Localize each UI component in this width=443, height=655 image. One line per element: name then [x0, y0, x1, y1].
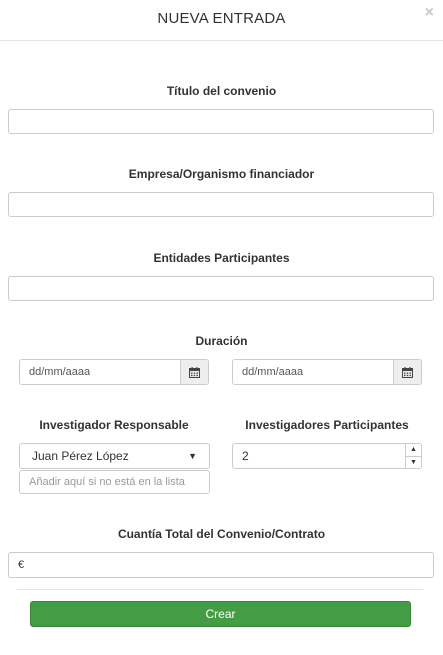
participantes-value: 2: [242, 449, 249, 463]
cuantia-input[interactable]: €: [8, 552, 434, 578]
start-date-input[interactable]: [20, 360, 180, 384]
caret-down-icon: ▼: [188, 451, 197, 461]
crear-button[interactable]: Crear: [30, 601, 411, 627]
end-date-input[interactable]: [233, 360, 393, 384]
add-investigador-input[interactable]: [19, 470, 210, 494]
euro-prefix: €: [18, 559, 25, 571]
footer-divider: [17, 589, 423, 590]
end-date-field: [232, 359, 422, 385]
entidades-label: Entidades Participantes: [153, 251, 290, 265]
empresa-label: Empresa/Organismo financiador: [128, 167, 315, 181]
titulo-input[interactable]: [8, 109, 434, 134]
start-date-picker-button[interactable]: [180, 360, 208, 384]
investigador-selected: Juan Pérez López: [32, 449, 129, 463]
chevron-down-icon[interactable]: ▼: [406, 457, 421, 469]
calendar-icon: [402, 366, 413, 378]
calendar-icon: [189, 366, 200, 378]
modal-header: NUEVA ENTRADA ×: [0, 0, 443, 41]
investigador-select[interactable]: Juan Pérez López ▼: [19, 443, 210, 469]
stepper-controls: ▲ ▼: [405, 444, 421, 468]
empresa-input[interactable]: [8, 192, 434, 217]
modal-title: NUEVA ENTRADA: [157, 10, 286, 27]
titulo-label: Título del convenio: [166, 84, 277, 98]
end-date-picker-button[interactable]: [393, 360, 421, 384]
investigador-label: Investigador Responsable: [39, 418, 189, 432]
cuantia-label: Cuantía Total del Convenio/Contrato: [117, 527, 326, 541]
participantes-label: Investigadores Participantes: [245, 418, 409, 432]
duracion-label: Duración: [195, 334, 248, 348]
participantes-stepper[interactable]: 2 ▲ ▼: [232, 443, 422, 469]
chevron-up-icon[interactable]: ▲: [406, 444, 421, 457]
close-icon[interactable]: ×: [425, 5, 434, 21]
start-date-field: [19, 359, 209, 385]
entidades-input[interactable]: [8, 276, 434, 301]
